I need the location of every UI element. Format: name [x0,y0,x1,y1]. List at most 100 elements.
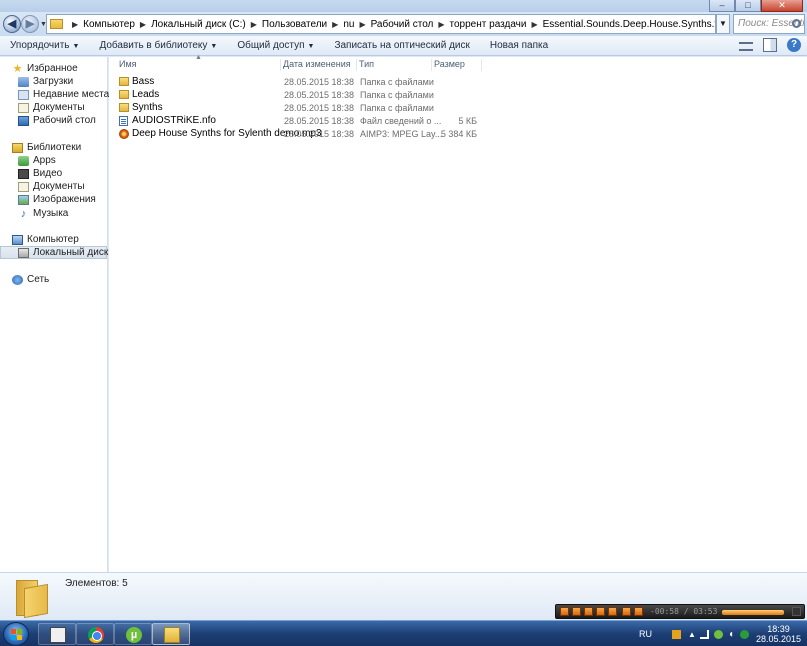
preview-pane-icon[interactable] [763,38,777,52]
breadcrumb-separator[interactable]: ▶ [438,20,444,29]
nav-lib-documents[interactable]: Документы [0,180,107,193]
toolbar-right-group: ? [739,38,801,52]
file-date: 28.05.2015 18:38 [284,129,355,139]
minimize-button[interactable]: – [709,0,735,12]
nav-desktop[interactable]: Рабочий стол [0,114,107,127]
breadcrumb-separator[interactable]: ▶ [531,20,537,29]
repeat-icon[interactable] [622,607,631,616]
burn-button[interactable]: Записать на оптический диск [324,40,479,51]
organize-button[interactable]: Упорядочить ▼ [0,40,89,51]
taskbar-utorrent[interactable]: µ [114,623,152,645]
nfo-file-icon [119,115,128,126]
nav-libraries-label: Библиотеки [27,142,82,153]
explorer-icon [164,627,180,643]
volume-icon[interactable]: ◖ [728,630,737,640]
address-history-dropdown[interactable]: ▼ [716,14,730,34]
file-row[interactable]: AUDIOSTRiKE.nfo 28.05.2015 18:38 Файл св… [109,115,489,128]
open-icon[interactable] [634,607,643,616]
nav-video[interactable]: Видео [0,167,107,180]
address-row: ◀ ▶ ▼ ▶ Компьютер ▶ Локальный диск (C:) … [0,12,807,36]
show-hidden-icons-icon[interactable]: ▲ [688,630,697,639]
next-icon[interactable] [608,607,617,616]
nav-images[interactable]: Изображения [0,193,107,206]
share-button[interactable]: Общий доступ ▼ [227,40,324,51]
search-input[interactable]: Поиск: Essenti... [733,14,805,34]
volume-slider[interactable] [722,610,784,615]
file-size: 5 384 КБ [440,129,477,139]
breadcrumb-separator[interactable]: ▶ [251,20,257,29]
taskbar-explorer[interactable] [152,623,190,645]
computer-icon [12,234,23,245]
file-size: 5 КБ [458,116,477,126]
maximize-button[interactable]: □ [735,0,761,12]
window-title-strip: – □ ✕ [0,0,807,12]
breadcrumb-separator[interactable]: ▶ [140,20,146,29]
system-tray: RU ▲ ◖ 18:39 28.05.2015 [636,621,807,646]
help-icon[interactable]: ? [787,38,801,52]
column-header-size[interactable]: Размер [432,59,482,71]
nav-documents[interactable]: Документы [0,101,107,114]
breadcrumb-separator[interactable]: ▶ [332,20,338,29]
desktop-icon [18,115,29,126]
file-name: Synths [132,102,163,113]
start-button[interactable] [3,622,29,646]
nav-apps[interactable]: Apps [0,154,107,167]
utorrent-icon: µ [126,627,142,643]
window-controls: – □ ✕ [709,0,803,12]
file-row[interactable]: Leads 28.05.2015 18:38 Папка с файлами [109,89,489,102]
nav-downloads[interactable]: Загрузки [0,75,107,88]
nav-desktop-label: Рабочий стол [33,115,96,126]
back-button[interactable]: ◀ [3,15,21,33]
nav-local-disk[interactable]: Локальный диск (C:) [0,246,128,259]
network-signal-icon[interactable] [700,630,709,639]
play-icon[interactable] [572,607,581,616]
player-close-icon[interactable] [792,607,801,616]
breadcrumb-item[interactable]: торрент раздачи [450,19,527,30]
nav-computer[interactable]: Компьютер [0,233,107,246]
nav-network-label: Сеть [27,274,50,285]
player-time: -00:58 / 03:53 [650,607,718,616]
close-button[interactable]: ✕ [761,0,803,12]
nav-music[interactable]: ♪ Музыка [0,207,107,220]
clock[interactable]: 18:39 28.05.2015 [756,624,801,644]
search-icon [792,19,801,28]
pause-icon[interactable] [584,607,593,616]
utorrent-tray-icon[interactable] [714,630,723,639]
nav-favorites[interactable]: ★ Избранное [0,62,107,75]
network-icon [12,274,23,285]
column-header-type[interactable]: Тип [357,59,432,71]
nav-libraries[interactable]: Библиотеки [0,141,107,154]
language-indicator[interactable]: RU [639,629,652,639]
previous-icon[interactable] [560,607,569,616]
stop-icon[interactable] [596,607,605,616]
nav-network[interactable]: Сеть [0,273,107,286]
taskbar-media-app[interactable] [38,623,76,645]
breadcrumb-separator[interactable]: ▶ [359,20,365,29]
breadcrumb-item[interactable]: nu [343,19,354,30]
breadcrumb-item[interactable]: Локальный диск (C:) [151,19,246,30]
file-row[interactable]: Bass 28.05.2015 18:38 Папка с файлами [109,76,489,89]
add-to-library-button[interactable]: Добавить в библиотеку ▼ [89,40,227,51]
file-name: Bass [132,76,155,87]
address-bar[interactable]: ▶ Компьютер ▶ Локальный диск (C:) ▶ Поль… [46,14,716,34]
taskbar-chrome[interactable] [76,623,114,645]
change-view-icon[interactable] [739,41,753,51]
forward-button[interactable]: ▶ [21,15,39,33]
nav-documents-label: Документы [33,102,85,113]
breadcrumb-separator[interactable]: ▶ [72,20,78,29]
antivirus-icon[interactable] [740,630,749,639]
breadcrumb-item[interactable]: Компьютер [83,19,135,30]
file-name-cell: Leads [119,89,159,100]
file-row[interactable]: Deep House Synths for Sylenth demo.mp3 2… [109,128,489,141]
breadcrumb-item-current[interactable]: Essential.Sounds.Deep.House.Synths.for.S… [543,19,715,30]
nav-recent-places[interactable]: Недавние места [0,88,109,101]
file-row[interactable]: Synths 28.05.2015 18:38 Папка с файлами [109,102,489,115]
libraries-icon [12,142,23,153]
new-folder-button[interactable]: Новая папка [480,40,558,51]
tray-app-icon[interactable] [672,630,681,639]
column-header-date[interactable]: Дата изменения [281,59,357,71]
column-header-name[interactable]: Имя [117,59,281,71]
breadcrumb-item[interactable]: Пользователи [262,19,327,30]
file-date: 28.05.2015 18:38 [284,77,355,87]
breadcrumb-item[interactable]: Рабочий стол [371,19,434,30]
